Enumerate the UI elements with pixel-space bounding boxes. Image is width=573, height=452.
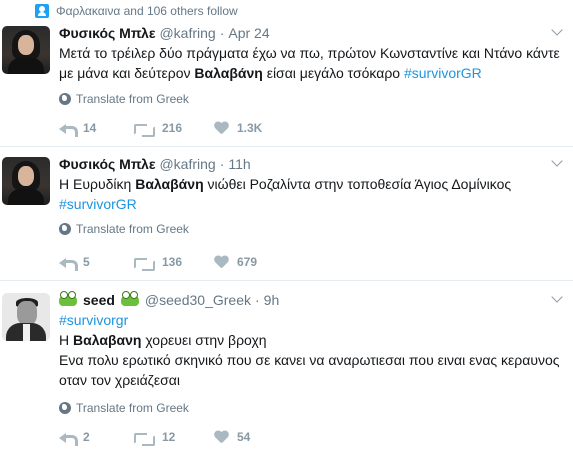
hashtag-link[interactable]: #survivorGR (59, 196, 137, 212)
fullname[interactable]: seed (83, 292, 115, 308)
text-segment: Η (59, 332, 73, 348)
text-highlight: Βαλαβάνη (135, 176, 204, 192)
tweet-text: Μετά το τρέιλερ δύο πράγματα έχω να πω, … (59, 43, 563, 83)
like-count: 679 (237, 255, 258, 269)
person-follow-icon (35, 4, 49, 18)
hashtag-link[interactable]: #survivorGR (404, 65, 482, 81)
tweet-header: Φυσικός Μπλε @kafring · Apr 24 (59, 23, 563, 43)
frog-emoji-icon (59, 291, 77, 306)
retweet-button[interactable]: 136 (134, 255, 214, 271)
fullname[interactable]: Φυσικός Μπλε (59, 25, 155, 41)
like-button[interactable]: 679 (214, 255, 257, 269)
social-context[interactable]: Φαρλακαινα and 106 others follow (35, 2, 238, 20)
timestamp[interactable]: 11h (228, 156, 250, 172)
retweet-icon (134, 256, 155, 271)
username[interactable]: @kafring (159, 156, 215, 172)
heart-icon (214, 122, 229, 135)
tweet[interactable]: seed @seed30_Greek · 9h #survivorgr Η Βα… (0, 281, 573, 452)
like-button[interactable]: 1.3K (214, 121, 262, 135)
separator: · (219, 25, 225, 41)
reply-button[interactable]: 14 (59, 121, 134, 137)
reply-icon (59, 122, 78, 137)
retweet-count: 12 (162, 430, 176, 444)
globe-icon (59, 93, 71, 105)
username[interactable]: @seed30_Greek (145, 292, 251, 308)
translate-label: Translate from Greek (76, 401, 189, 415)
globe-icon (59, 402, 71, 414)
text-segment: Η Ευρυδίκη (59, 176, 136, 192)
text-segment: είσαι μεγάλο τσόκαρο (262, 65, 404, 81)
tweet-text: Η Ευρυδίκη Βαλαβάνη νιώθει Ροζαλίντα στη… (59, 174, 563, 214)
translate-label: Translate from Greek (76, 222, 189, 236)
text-highlight: Βαλαβανη (73, 332, 142, 348)
translate-link[interactable]: Translate from Greek (59, 400, 563, 416)
tweet-actions: 14 216 1.3K (59, 121, 262, 137)
separator: · (219, 156, 225, 172)
timestamp[interactable]: Apr 24 (228, 25, 269, 41)
reply-count: 5 (83, 255, 90, 269)
heart-icon (214, 431, 229, 444)
tweet-actions: 5 136 679 (59, 255, 257, 271)
tweet[interactable]: Φυσικός Μπλε @kafring · 11h Η Ευρυδίκη Β… (0, 147, 573, 281)
fullname[interactable]: Φυσικός Μπλε (59, 156, 155, 172)
tweet-text: #survivorgr Η Βαλαβανη χορευει στην βροχ… (59, 310, 563, 390)
retweet-count: 216 (162, 121, 183, 135)
tweet[interactable]: Φυσικός Μπλε @kafring · Apr 24 Μετά το τ… (0, 20, 573, 147)
tweet-actions: 2 12 54 (59, 430, 250, 446)
reply-count: 14 (83, 121, 97, 135)
like-button[interactable]: 54 (214, 430, 250, 444)
reply-button[interactable]: 2 (59, 430, 134, 446)
tweet-header: seed @seed30_Greek · 9h (59, 290, 563, 310)
reply-icon (59, 431, 78, 446)
retweet-icon (134, 431, 155, 446)
avatar[interactable] (2, 157, 50, 205)
heart-icon (214, 256, 229, 269)
translate-link[interactable]: Translate from Greek (59, 91, 563, 107)
separator: · (254, 292, 260, 308)
text-line: Ενα πολυ ερωτικό σκηνικό που σε κανει να… (59, 352, 560, 368)
translate-label: Translate from Greek (76, 92, 189, 106)
avatar[interactable] (2, 26, 50, 74)
globe-icon (59, 223, 71, 235)
hashtag-link[interactable]: #survivorgr (59, 312, 128, 328)
reply-icon (59, 256, 78, 271)
tweet-header: Φυσικός Μπλε @kafring · 11h (59, 154, 563, 174)
like-count: 54 (237, 430, 251, 444)
retweet-button[interactable]: 12 (134, 430, 214, 446)
translate-link[interactable]: Translate from Greek (59, 221, 563, 237)
text-line: οταν τον χρειάζεσαι (59, 372, 180, 388)
retweet-count: 136 (162, 255, 183, 269)
like-count: 1.3K (237, 121, 263, 135)
timestamp[interactable]: 9h (264, 292, 280, 308)
avatar[interactable] (2, 293, 50, 341)
reply-count: 2 (83, 430, 90, 444)
retweet-icon (134, 122, 155, 137)
frog-emoji-icon (120, 291, 139, 306)
text-segment: χορευει στην βροχη (141, 332, 267, 348)
reply-button[interactable]: 5 (59, 255, 134, 271)
text-segment: νιώθει Ροζαλίντα στην τοποθεσία Άγιος Δο… (203, 176, 512, 192)
username[interactable]: @kafring (159, 25, 215, 41)
social-context-text: Φαρλακαινα and 106 others follow (56, 4, 238, 18)
retweet-button[interactable]: 216 (134, 121, 214, 137)
text-highlight: Βαλαβάνη (194, 65, 263, 81)
